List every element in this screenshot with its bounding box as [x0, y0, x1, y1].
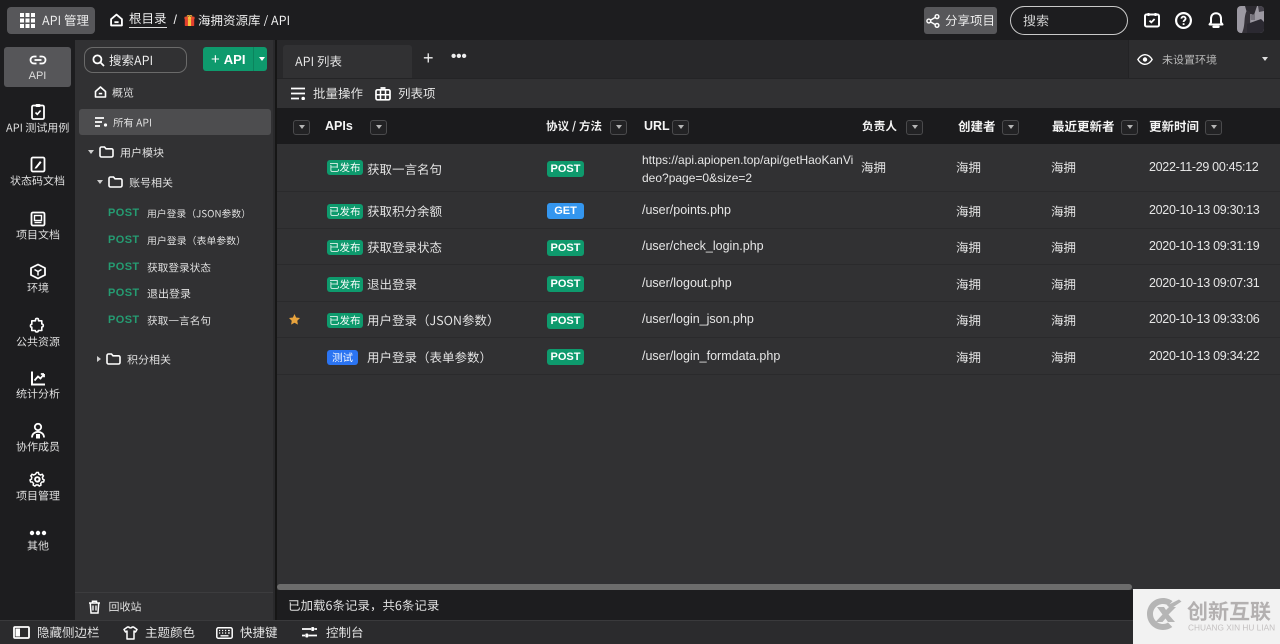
svg-text:CHUANG XIN HU LIAN: CHUANG XIN HU LIAN — [1188, 623, 1275, 633]
